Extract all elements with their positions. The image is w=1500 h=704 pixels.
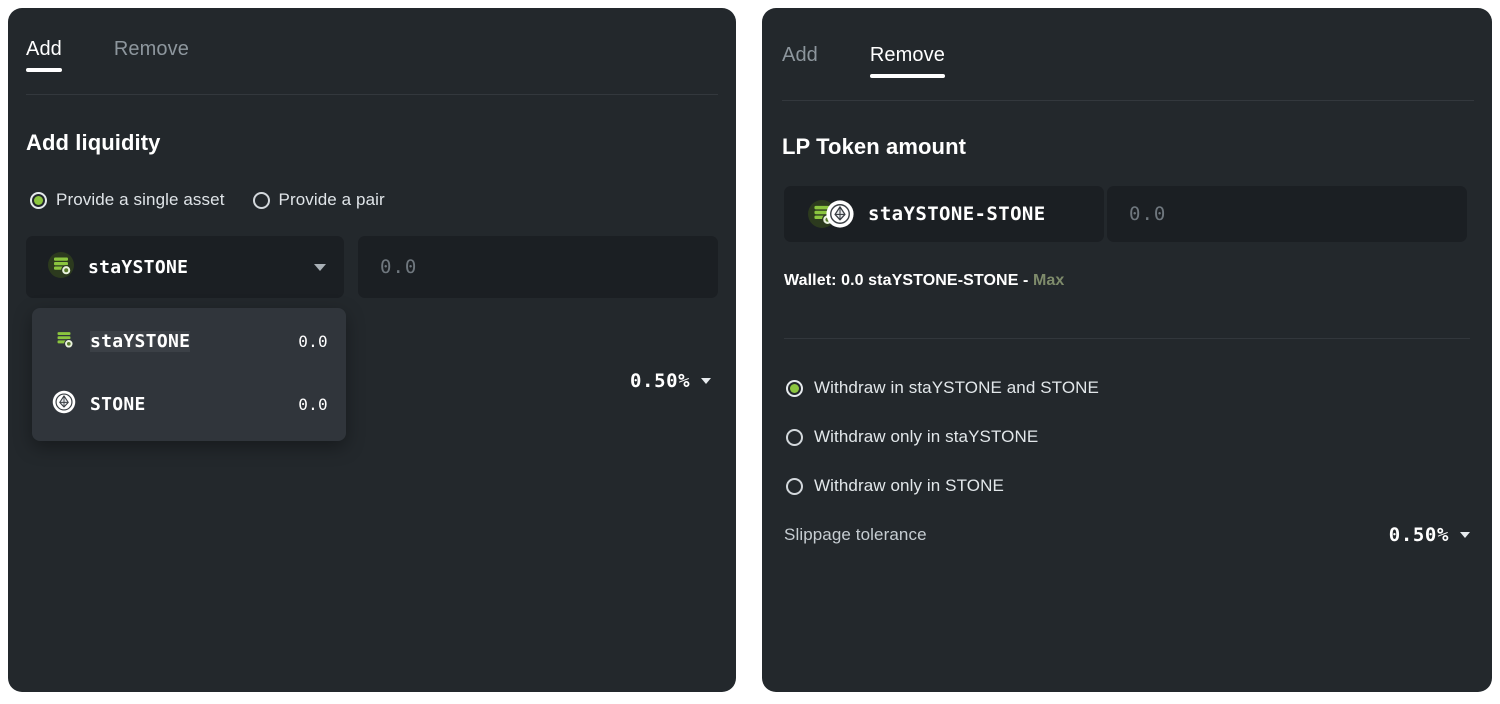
radio-withdraw-both[interactable]: Withdraw in staYSTONE and STONE: [786, 376, 1099, 400]
dropdown-token-balance: 0.0: [298, 394, 328, 414]
tab-add[interactable]: Add: [26, 36, 62, 84]
radio-selected-icon: [30, 191, 47, 209]
staystone-token-icon: [48, 251, 74, 283]
radio-unselected-icon: [252, 191, 270, 209]
withdraw-option-label: Withdraw only in staYSTONE: [814, 427, 1039, 446]
amount-input-placeholder: 0.0: [380, 256, 418, 278]
radio-unselected-icon: [786, 477, 803, 495]
withdraw-option-label: Withdraw in staYSTONE and STONE: [814, 378, 1099, 397]
dropdown-item-stone[interactable]: STONE 0.0: [32, 381, 346, 427]
radio-withdraw-stone-only[interactable]: Withdraw only in STONE: [786, 474, 1099, 498]
chevron-down-icon[interactable]: [1460, 532, 1470, 538]
max-button[interactable]: Max: [1033, 272, 1064, 289]
amount-input[interactable]: 0.0: [358, 236, 718, 298]
radio-provide-single-asset[interactable]: Provide a single asset: [30, 190, 225, 210]
radio-label-single-asset: Provide a single asset: [56, 190, 225, 209]
stone-token-icon: [826, 200, 854, 233]
slippage-tolerance-control[interactable]: 0.50%: [1389, 524, 1470, 546]
tab-remove[interactable]: Remove: [114, 36, 189, 84]
wallet-balance-line: Wallet: 0.0 staYSTONE-STONE - Max: [784, 272, 1064, 290]
tab-add[interactable]: Add: [782, 42, 818, 90]
slippage-tolerance-label: Slippage tolerance: [784, 525, 927, 544]
lp-amount-input-placeholder: 0.0: [1129, 203, 1167, 225]
chevron-down-icon[interactable]: [701, 378, 712, 384]
selected-token-label: staYSTONE: [88, 256, 189, 278]
slippage-value: 0.50%: [1388, 524, 1449, 546]
staystone-token-icon: [52, 327, 76, 356]
slippage-tolerance-control[interactable]: 0.50%: [630, 370, 712, 392]
remove-liquidity-panel: Add Remove LP Token amount staYSTONE-STO…: [762, 8, 1492, 692]
slippage-tolerance-row: Slippage tolerance 0.50%: [784, 524, 1470, 546]
withdraw-option-label: Withdraw only in STONE: [814, 476, 1004, 495]
section-divider: [784, 338, 1470, 339]
radio-withdraw-staystone-only[interactable]: Withdraw only in staYSTONE: [786, 425, 1099, 449]
right-panel-tabs: Add Remove: [782, 42, 946, 90]
radio-selected-icon: [786, 379, 803, 397]
wallet-balance-text: Wallet: 0.0 staYSTONE-STONE -: [784, 272, 1033, 289]
token-dropdown-list[interactable]: staYSTONE 0.0 STONE 0.0: [32, 308, 346, 441]
lp-amount-input[interactable]: 0.0: [1107, 186, 1467, 242]
left-tabs-divider: [26, 94, 718, 95]
stone-token-icon: [52, 390, 76, 419]
page-title: Add liquidity: [26, 130, 161, 155]
radio-provide-pair[interactable]: Provide a pair: [252, 190, 385, 210]
withdraw-options-radio-group: Withdraw in staYSTONE and STONE Withdraw…: [786, 376, 1099, 523]
left-panel-tabs: Add Remove: [26, 36, 189, 84]
slippage-value: 0.50%: [630, 370, 691, 392]
lp-pair-icon: [808, 200, 854, 228]
lp-token-display: staYSTONE-STONE: [784, 186, 1104, 242]
radio-label-pair: Provide a pair: [278, 190, 385, 209]
dropdown-token-label: staYSTONE: [90, 330, 191, 352]
token-select-button[interactable]: staYSTONE: [26, 236, 344, 298]
chevron-down-icon[interactable]: [314, 263, 326, 271]
radio-unselected-icon: [786, 428, 803, 446]
right-tabs-divider: [782, 100, 1474, 101]
lp-token-label: staYSTONE-STONE: [868, 203, 1046, 225]
provide-mode-radio-group: Provide a single asset Provide a pair: [30, 190, 385, 210]
add-liquidity-panel: Add Remove Add liquidity Provide a singl…: [8, 8, 736, 692]
dropdown-token-label: STONE: [90, 393, 146, 415]
page-title: LP Token amount: [782, 134, 967, 159]
dropdown-item-staystone[interactable]: staYSTONE 0.0: [32, 318, 346, 364]
tab-remove[interactable]: Remove: [869, 42, 946, 90]
screen-root: Add Remove Add liquidity Provide a singl…: [0, 0, 1500, 704]
dropdown-token-balance: 0.0: [298, 331, 328, 351]
